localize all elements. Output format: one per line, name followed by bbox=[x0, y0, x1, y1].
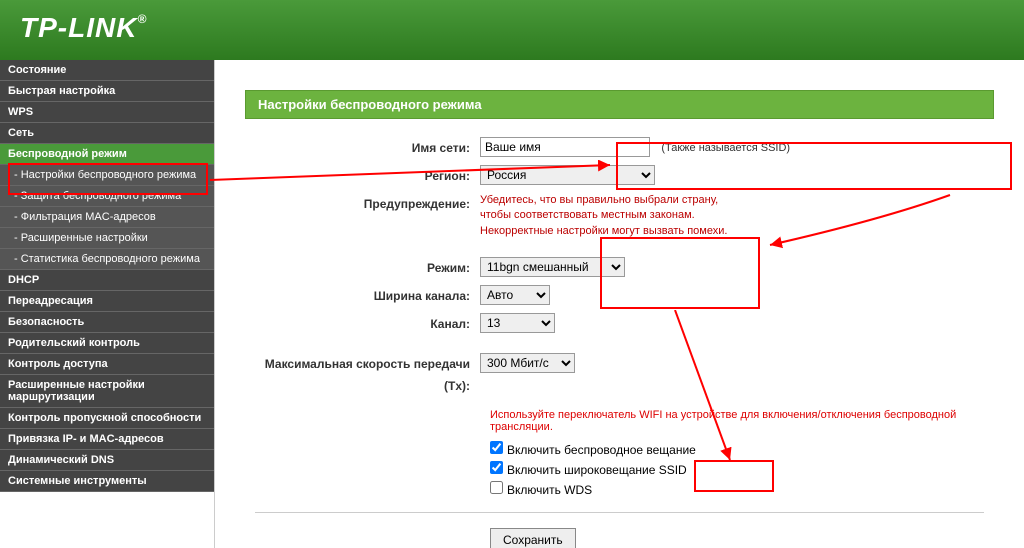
warning-text: Убедитесь, что вы правильно выбрали стра… bbox=[480, 193, 984, 239]
ssid-input[interactable] bbox=[480, 137, 650, 157]
page-title: Настройки беспроводного режима bbox=[245, 90, 994, 119]
sidebar-item-16[interactable]: Контроль пропускной способности bbox=[0, 408, 214, 429]
label-ssid: Имя сети: bbox=[255, 137, 480, 159]
label-width: Ширина канала: bbox=[255, 285, 480, 307]
sidebar-item-19[interactable]: Системные инструменты bbox=[0, 471, 214, 492]
chk-wds-label: Включить WDS bbox=[507, 483, 592, 497]
region-select[interactable]: Россия bbox=[480, 165, 655, 185]
sidebar-item-15[interactable]: Расширенные настройки маршрутизации bbox=[0, 375, 214, 408]
sidebar-item-10[interactable]: DHCP bbox=[0, 270, 214, 291]
width-select[interactable]: Авто bbox=[480, 285, 550, 305]
ssid-hint: (Также называется SSID) bbox=[661, 142, 790, 154]
label-speed: Максимальная скорость передачи (Tx): bbox=[255, 353, 480, 397]
sidebar-item-2[interactable]: WPS bbox=[0, 102, 214, 123]
sidebar-item-12[interactable]: Безопасность bbox=[0, 312, 214, 333]
chk-wds[interactable] bbox=[490, 481, 503, 494]
sidebar-item-7[interactable]: - Фильтрация MAC-адресов bbox=[0, 207, 214, 228]
label-mode: Режим: bbox=[255, 257, 480, 279]
speed-select[interactable]: 300 Мбит/с bbox=[480, 353, 575, 373]
sidebar-item-6[interactable]: - Защита беспроводного режима bbox=[0, 186, 214, 207]
label-warning: Предупреждение: bbox=[255, 193, 480, 215]
sidebar-item-14[interactable]: Контроль доступа bbox=[0, 354, 214, 375]
mode-select[interactable]: 11bgn смешанный bbox=[480, 257, 625, 277]
sidebar-item-13[interactable]: Родительский контроль bbox=[0, 333, 214, 354]
sidebar-item-11[interactable]: Переадресация bbox=[0, 291, 214, 312]
logo: TP-LINK® bbox=[20, 12, 1004, 44]
sidebar-item-8[interactable]: - Расширенные настройки bbox=[0, 228, 214, 249]
sidebar-item-1[interactable]: Быстрая настройка bbox=[0, 81, 214, 102]
main-content: Настройки беспроводного режима Имя сети:… bbox=[215, 60, 1024, 548]
chk-wireless[interactable] bbox=[490, 441, 503, 454]
channel-select[interactable]: 13 bbox=[480, 313, 555, 333]
wifi-notice: Используйте переключатель WIFI на устрой… bbox=[490, 409, 984, 433]
label-channel: Канал: bbox=[255, 313, 480, 335]
save-button[interactable]: Сохранить bbox=[490, 528, 576, 548]
sidebar-item-0[interactable]: Состояние bbox=[0, 60, 214, 81]
sidebar-item-17[interactable]: Привязка IP- и MAC-адресов bbox=[0, 429, 214, 450]
label-region: Регион: bbox=[255, 165, 480, 187]
sidebar-item-9[interactable]: - Статистика беспроводного режима bbox=[0, 249, 214, 270]
chk-wireless-label: Включить беспроводное вещание bbox=[507, 443, 696, 457]
sidebar-item-4[interactable]: Беспроводной режим bbox=[0, 144, 214, 165]
sidebar: СостояниеБыстрая настройкаWPSСетьБеспров… bbox=[0, 60, 215, 548]
sidebar-item-3[interactable]: Сеть bbox=[0, 123, 214, 144]
header: TP-LINK® bbox=[0, 0, 1024, 60]
divider bbox=[255, 512, 984, 513]
sidebar-item-5[interactable]: - Настройки беспроводного режима bbox=[0, 165, 214, 186]
sidebar-item-18[interactable]: Динамический DNS bbox=[0, 450, 214, 471]
chk-ssid-broadcast[interactable] bbox=[490, 461, 503, 474]
chk-ssid-label: Включить широковещание SSID bbox=[507, 463, 687, 477]
